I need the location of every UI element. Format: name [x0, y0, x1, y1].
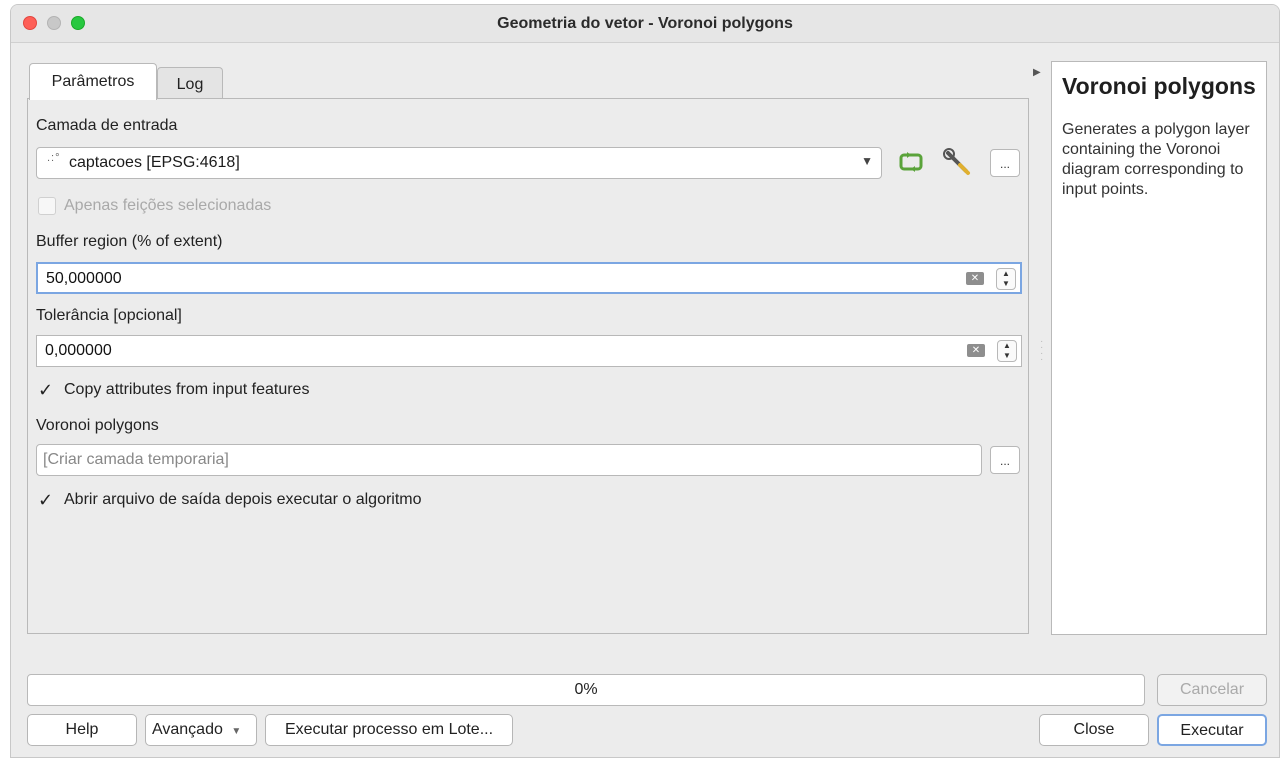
title-bar: Geometria do vetor - Voronoi polygons	[11, 5, 1279, 43]
parameters-panel: Camada de entrada .:° captacoes [EPSG:46…	[27, 98, 1029, 634]
tolerance-input[interactable]: 0,000000 ✕ ▲ ▼	[36, 335, 1022, 367]
splitter-handle[interactable]: · · · ·	[1040, 337, 1043, 365]
cancel-button[interactable]: Cancelar	[1157, 674, 1267, 706]
input-layer-combo[interactable]: .:° captacoes [EPSG:4618] ▼	[36, 147, 882, 179]
progress-bar: 0%	[27, 674, 1145, 706]
input-layer-value: captacoes [EPSG:4618]	[69, 154, 240, 171]
tolerance-spin-box[interactable]: ▲ ▼	[997, 340, 1017, 362]
output-placeholder: [Criar camada temporaria]	[43, 451, 229, 468]
selected-only-checkbox[interactable]	[38, 197, 56, 215]
advanced-button[interactable]: Avançado ▼	[145, 714, 257, 746]
collapse-arrow-icon[interactable]: ▶	[1033, 67, 1041, 78]
output-destination-input[interactable]: [Criar camada temporaria]	[36, 444, 982, 476]
progress-text: 0%	[574, 681, 598, 698]
tab-parametros[interactable]: Parâmetros	[29, 63, 157, 100]
iterate-refresh-icon[interactable]	[896, 149, 926, 179]
open-output-label: Abrir arquivo de saída depois executar o…	[64, 491, 422, 508]
input-layer-dots-button[interactable]: ...	[990, 149, 1020, 177]
chevron-down-icon: ▼	[231, 726, 242, 737]
close-button[interactable]: Close	[1039, 714, 1149, 746]
wrench-settings-icon[interactable]	[942, 147, 972, 177]
open-output-checkbox[interactable]: ✓	[38, 491, 53, 509]
tab-log[interactable]: Log	[157, 67, 223, 99]
input-layer-label: Camada de entrada	[36, 117, 178, 134]
clear-icon[interactable]: ✕	[967, 344, 985, 357]
help-button[interactable]: Help	[27, 714, 137, 746]
chevron-down-icon: ▼	[861, 154, 873, 168]
point-layer-icon: .:°	[47, 152, 61, 164]
copy-attributes-label: Copy attributes from input features	[64, 381, 310, 398]
help-title: Voronoi polygons	[1062, 73, 1256, 99]
clear-icon[interactable]: ✕	[966, 272, 984, 285]
batch-process-button[interactable]: Executar processo em Lote...	[265, 714, 513, 746]
window-title: Geometria do vetor - Voronoi polygons	[497, 15, 793, 32]
buffer-region-value: 50,000000	[46, 270, 122, 287]
advanced-label: Avançado	[152, 721, 223, 738]
output-label: Voronoi polygons	[36, 417, 159, 434]
selected-only-label: Apenas feições selecionadas	[64, 197, 272, 214]
buffer-region-label: Buffer region (% of extent)	[36, 233, 223, 250]
run-button[interactable]: Executar	[1157, 714, 1267, 746]
buffer-spin-box[interactable]: ▲ ▼	[996, 268, 1016, 290]
output-dots-button[interactable]: ...	[990, 446, 1020, 474]
tolerance-value: 0,000000	[45, 342, 112, 359]
help-text: Generates a polygon layer containing the…	[1062, 121, 1250, 198]
buffer-region-input[interactable]: 50,000000 ✕ ▲ ▼	[36, 262, 1022, 294]
copy-attributes-checkbox[interactable]: ✓	[38, 381, 53, 399]
tolerance-label: Tolerância [opcional]	[36, 307, 182, 324]
dialog-window: Geometria do vetor - Voronoi polygons Pa…	[10, 4, 1280, 758]
help-panel: Voronoi polygons Generates a polygon lay…	[1051, 61, 1267, 635]
